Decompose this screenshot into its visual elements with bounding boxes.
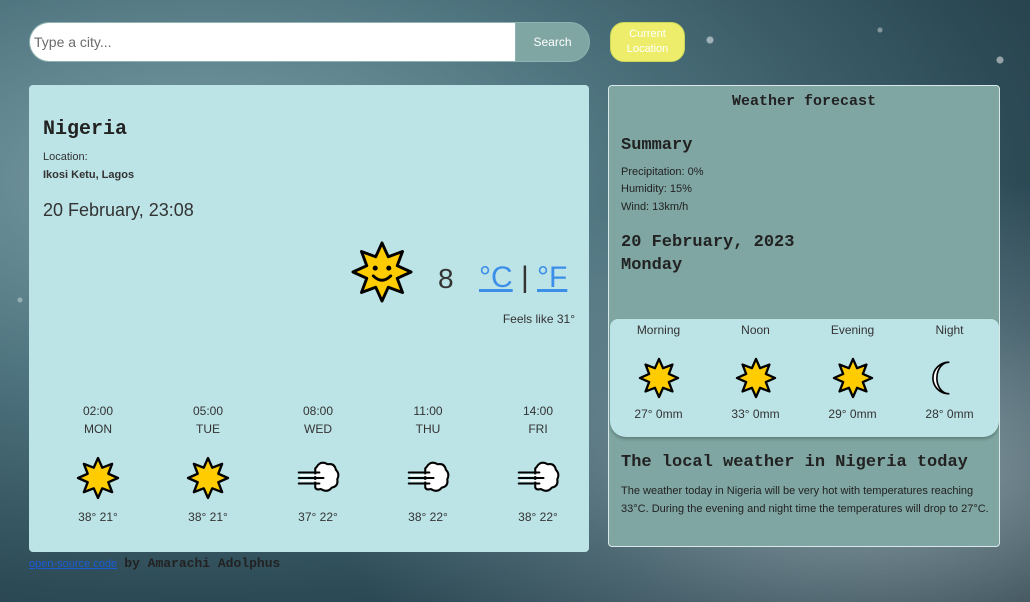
current-weather-card: Nigeria Location: Ikosi Ketu, Lagos 20 F… xyxy=(29,85,589,552)
hour-temps: 38° 21° xyxy=(78,510,118,524)
local-weather-title: The local weather in Nigeria today xyxy=(621,453,968,472)
hour-time: 14:00 xyxy=(522,404,554,418)
wind-icon xyxy=(297,461,340,492)
hour-day: WED xyxy=(304,422,332,436)
sun-icon xyxy=(351,241,413,303)
period-noon: Noon 33° 0mm xyxy=(707,319,804,437)
forecast-date: 20 February, 2023 xyxy=(621,233,795,252)
sun-icon xyxy=(76,456,120,500)
period-name: Evening xyxy=(830,323,875,337)
hourly-item: 11:00 THU 38° 22° xyxy=(373,404,483,524)
sun-icon xyxy=(832,357,873,399)
period-evening: Evening 29° 0mm xyxy=(804,319,901,437)
location-value: Ikosi Ketu, Lagos xyxy=(43,169,135,181)
unit-separator: | xyxy=(521,261,529,294)
current-temperature: 8 xyxy=(438,263,454,294)
wind-speed: Wind: 13km/h xyxy=(621,201,689,213)
location-label: Location: xyxy=(43,151,88,163)
sun-icon xyxy=(735,357,776,399)
period-name: Night xyxy=(935,323,964,337)
hour-temps: 38° 22° xyxy=(518,510,558,524)
forecast-card: Weather forecast Summary Precipitation: … xyxy=(608,85,1000,547)
period-value: 27° 0mm xyxy=(634,407,683,421)
period-name: Noon xyxy=(741,323,770,337)
local-weather-text: The weather today in Nigeria will be ver… xyxy=(621,485,989,515)
country-title: Nigeria xyxy=(43,118,128,141)
source-code-link[interactable]: open-source code xyxy=(29,558,117,570)
hour-temps: 38° 21° xyxy=(188,510,228,524)
day-periods: Morning 27° 0mm Noon 33° 0mm Evening 29°… xyxy=(610,319,999,437)
wind-icon xyxy=(517,461,560,492)
hour-time: 05:00 xyxy=(192,404,224,418)
celsius-link[interactable]: °C xyxy=(479,261,513,295)
moon-icon xyxy=(931,361,950,395)
hourly-item: 14:00 FRI 38° 22° xyxy=(483,404,593,524)
period-value: 28° 0mm xyxy=(925,407,974,421)
fahrenheit-link[interactable]: °F xyxy=(537,261,567,295)
hour-temps: 38° 22° xyxy=(408,510,448,524)
forecast-day: Monday xyxy=(621,256,683,275)
period-morning: Morning 27° 0mm xyxy=(610,319,707,437)
humidity: Humidity: 15% xyxy=(621,183,692,195)
period-value: 33° 0mm xyxy=(731,407,780,421)
search-input[interactable] xyxy=(29,22,515,62)
period-night: Night 28° 0mm xyxy=(901,319,998,437)
current-location-button[interactable]: Current Location xyxy=(610,22,685,62)
search-button[interactable]: Search xyxy=(515,22,590,62)
author-credit: by Amarachi Adolphus xyxy=(124,556,281,571)
period-value: 29° 0mm xyxy=(828,407,877,421)
hourly-item: 02:00 MON 38° 21° xyxy=(43,404,153,524)
forecast-title: Weather forecast xyxy=(731,93,877,110)
hourly-item: 05:00 TUE 38° 21° xyxy=(153,404,263,524)
hour-temps: 37° 22° xyxy=(298,510,338,524)
summary-title: Summary xyxy=(621,136,693,155)
current-datetime: 20 February, 23:08 xyxy=(43,200,194,220)
hour-time: 11:00 xyxy=(413,404,443,418)
hour-day: TUE xyxy=(196,422,220,436)
sun-icon xyxy=(186,456,230,500)
search-bar: Search xyxy=(29,22,590,62)
hour-day: MON xyxy=(84,422,112,436)
hour-time: 02:00 xyxy=(82,404,114,418)
precipitation: Precipitation: 0% xyxy=(621,166,704,178)
hour-day: FRI xyxy=(528,422,548,436)
sun-icon xyxy=(638,357,679,399)
hour-day: THU xyxy=(415,422,441,436)
hour-time: 08:00 xyxy=(302,404,334,418)
wind-icon xyxy=(407,461,450,492)
footer: open-source code by Amarachi Adolphus xyxy=(29,556,280,571)
period-name: Morning xyxy=(636,323,681,337)
hourly-item: 08:00 WED 37° 22° xyxy=(263,404,373,524)
feels-like: Feels like 31° xyxy=(502,312,575,326)
hourly-forecast: 02:00 MON 38° 21° 05:00 TUE 38° 21° 08:0… xyxy=(43,404,598,524)
